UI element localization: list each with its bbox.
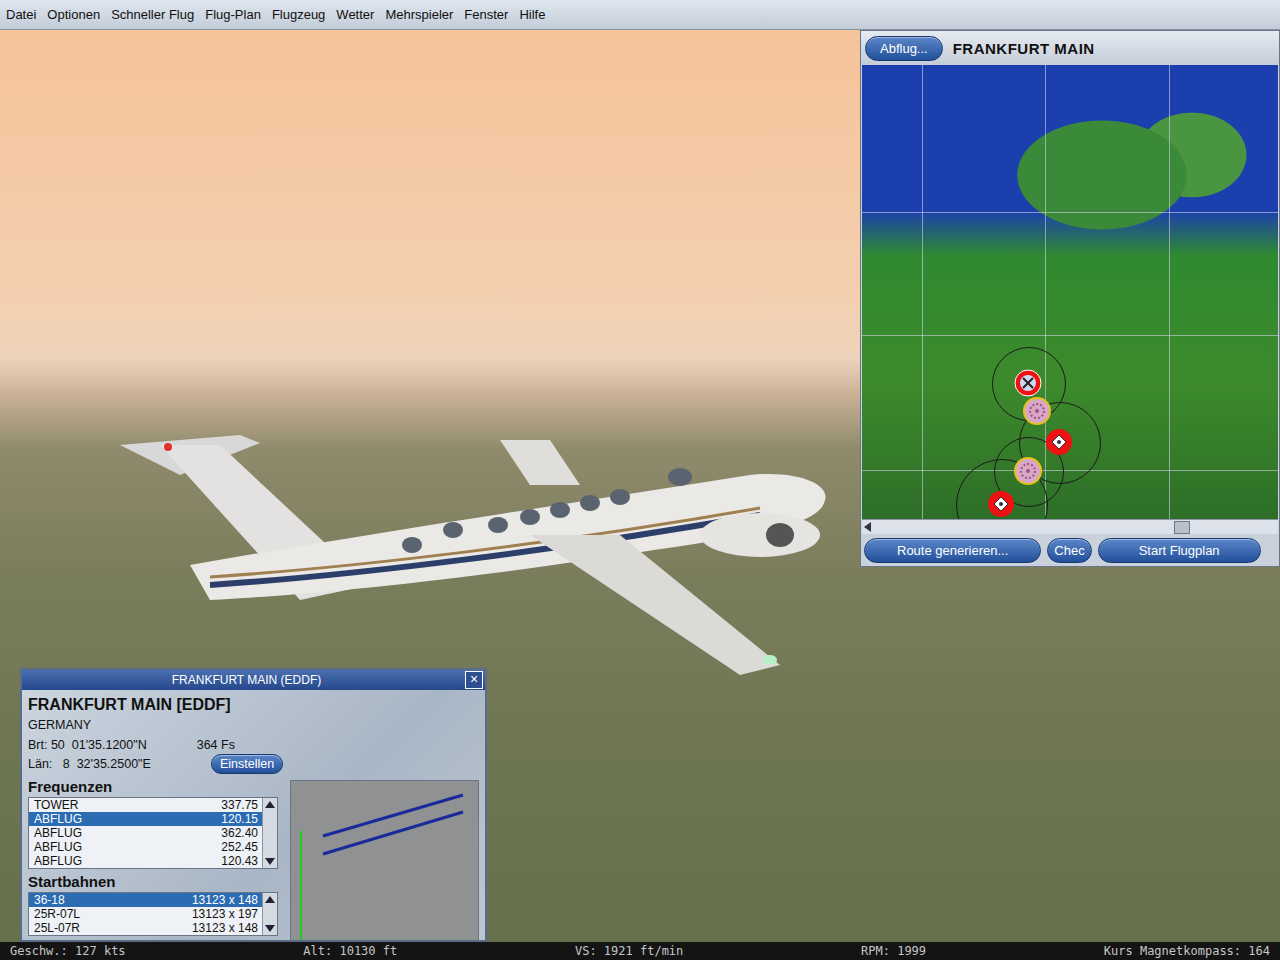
menu-bar: Datei Optionen Schneller Flug Flug-Plan Flug… — [0, 0, 1280, 30]
runway-value: 13123 x 197 — [192, 907, 258, 921]
frequency-name: ABFLUG — [34, 840, 82, 854]
scroll-down-icon[interactable] — [265, 858, 275, 865]
runway-name: 25R-07L — [34, 907, 80, 921]
map-view[interactable] — [862, 65, 1278, 519]
longitude-row: Län: 8 32'35.2500"E Einstellen — [28, 754, 479, 774]
status-item: RPM: 1999 — [861, 944, 926, 958]
ndb-icon — [1014, 457, 1042, 485]
longitude: Län: 8 32'35.2500"E — [28, 757, 151, 771]
map-header: Abflug... FRANKFURT MAIN — [861, 31, 1279, 65]
set-button[interactable]: Einstellen — [211, 754, 283, 774]
departure-button[interactable]: Abflug... — [865, 36, 943, 61]
frequency-value: 252.45 — [221, 840, 258, 854]
runway-label: Startbahnen — [28, 873, 278, 890]
status-item: Geschw.: 127 kts — [10, 944, 126, 958]
frequency-value: 120.15 — [221, 812, 258, 826]
grid-line — [922, 65, 923, 519]
menu-item[interactable]: Flugzeug — [272, 5, 325, 24]
frequency-row[interactable]: TOWER 337.75 — [29, 798, 262, 812]
runway-list[interactable]: 36-1813123 x 14825R-07L13123 x 19725L-07… — [28, 892, 278, 936]
frequency-row[interactable]: ABFLUG 120.15 — [29, 812, 262, 826]
airport-info: FRANKFURT MAIN [EDDF] GERMANY Brt: 50 01'3… — [22, 690, 485, 942]
airport-lists: Frequenzen TOWER 337.75 ABFLUG 120.15 ABFLUG 3… — [28, 776, 479, 942]
runway-row[interactable]: 25L-07R 13123 x 148 — [29, 921, 262, 935]
runway-layout-icon — [291, 781, 475, 942]
menu-item[interactable]: Mehrspieler — [385, 5, 453, 24]
menu-item[interactable]: Optionen — [47, 5, 100, 24]
window-titlebar[interactable]: FRANKFURT MAIN (EDDF)× — [22, 670, 485, 690]
route-generate-button[interactable]: Route generieren... — [864, 538, 1041, 563]
frequency-label: Frequenzen — [28, 778, 278, 795]
menu-item[interactable]: Wetter — [336, 5, 374, 24]
runway-value: 13123 x 148 — [192, 893, 258, 907]
airport-name: FRANKFURT MAIN [EDDF] — [28, 696, 479, 714]
frequency-list[interactable]: TOWER337.75ABFLUG120.15ABFLUG362.40ABFLU… — [28, 797, 278, 869]
scroll-left-icon[interactable] — [864, 522, 871, 532]
map-buttons: Route generieren...Chec Start Flugplan — [861, 534, 1279, 566]
grid-line — [862, 470, 1278, 471]
status-item: VS: 1921 ft/min — [575, 944, 683, 958]
frequency-row[interactable]: ABFLUG 120.43 — [29, 854, 262, 868]
map-marker[interactable] — [1023, 397, 1051, 425]
map-title: FRANKFURT MAIN — [953, 40, 1095, 57]
frequency-name: ABFLUG — [34, 854, 82, 868]
flight-scene: Abflug... FRANKFURT MAIN Route generieren.… — [0, 30, 1280, 942]
runway-name: 36-18 — [34, 893, 65, 907]
scroll-thumb[interactable] — [1174, 521, 1190, 534]
frequency-value: 337.75 — [221, 798, 258, 812]
frequency-row[interactable]: ABFLUG 252.45 — [29, 840, 262, 854]
map-marker[interactable] — [987, 490, 1015, 518]
frequency-name: TOWER — [34, 798, 78, 812]
latitude-row: Brt: 50 01'35.1200"N 364 Fs — [28, 738, 479, 752]
frequency-row[interactable]: ABFLUG 362.40 — [29, 826, 262, 840]
departure-icon — [1014, 369, 1042, 397]
menu-item[interactable]: Hilfe — [519, 5, 545, 24]
grid-line — [1169, 65, 1170, 519]
check-button[interactable]: Chec — [1047, 538, 1091, 563]
menu-item[interactable]: Schneller Flug — [111, 5, 194, 24]
aircraft-render — [60, 385, 840, 685]
ndb-icon — [1023, 397, 1051, 425]
window-title: FRANKFURT MAIN (EDDF) — [28, 673, 465, 687]
elevation: 364 Fs — [197, 738, 235, 752]
airport-country: GERMANY — [28, 718, 479, 732]
scroll-up-icon[interactable] — [265, 896, 275, 903]
airport-window: FRANKFURT MAIN (EDDF)×FRANKFURT MAIN [ED… — [20, 668, 487, 942]
frequency-value: 120.43 — [221, 854, 258, 868]
vor-icon — [987, 490, 1015, 518]
frequency-name: ABFLUG — [34, 812, 82, 826]
list-scrollbar[interactable] — [262, 893, 277, 935]
menu-item[interactable]: Fenster — [464, 5, 508, 24]
scroll-up-icon[interactable] — [265, 801, 275, 808]
start-flightplan-button[interactable]: Start Flugplan — [1098, 538, 1261, 563]
menu-item[interactable]: Flug-Plan — [205, 5, 261, 24]
frequency-name: ABFLUG — [34, 826, 82, 840]
runway-diagram — [290, 780, 479, 942]
status-item: Alt: 10130 ft — [303, 944, 397, 958]
map-marker[interactable] — [1014, 457, 1042, 485]
list-scrollbar[interactable] — [262, 798, 277, 868]
close-button[interactable]: × — [465, 671, 483, 689]
grid-line — [862, 212, 1278, 213]
runway-row[interactable]: 36-18 13123 x 148 — [29, 893, 262, 907]
runway-row[interactable]: 25R-07L 13123 x 197 — [29, 907, 262, 921]
vor-icon — [1045, 428, 1073, 456]
latitude: Brt: 50 01'35.1200"N — [28, 738, 147, 752]
map-marker[interactable] — [1014, 369, 1042, 397]
scroll-down-icon[interactable] — [265, 925, 275, 932]
grid-line — [1045, 65, 1046, 519]
status-item: Kurs Magnetkompass: 164 — [1104, 944, 1270, 958]
list-column: Frequenzen TOWER 337.75 ABFLUG 120.15 ABFLUG 3… — [28, 776, 278, 942]
grid-line — [862, 335, 1278, 336]
status-bar: Geschw.: 127 kts Alt: 10130 ft VS: 1921 ft… — [0, 942, 1280, 960]
frequency-value: 362.40 — [221, 826, 258, 840]
flight-plan-window: Abflug... FRANKFURT MAIN Route generieren.… — [860, 30, 1280, 567]
map-scrollbar[interactable] — [862, 519, 1278, 534]
runway-name: 25L-07R — [34, 921, 80, 935]
menu-item[interactable]: Datei — [6, 5, 36, 24]
map-marker[interactable] — [1045, 428, 1073, 456]
runway-value: 13123 x 148 — [192, 921, 258, 935]
